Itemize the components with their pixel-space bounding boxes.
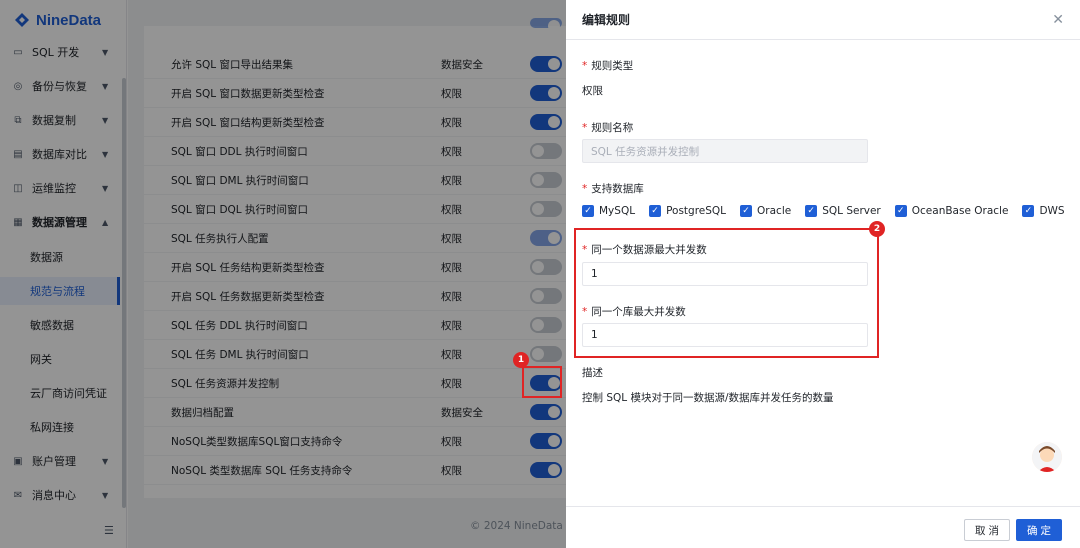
db-checkbox-mysql[interactable]: ✓ MySQL <box>582 205 635 217</box>
checkbox-checked-icon: ✓ <box>894 205 907 217</box>
db-label: DWS <box>1039 205 1065 217</box>
db-label: OceanBase Oracle <box>911 205 1009 217</box>
checkbox-checked-icon: ✓ <box>805 205 818 217</box>
close-icon[interactable]: ✕ <box>1052 12 1064 28</box>
db-checkbox-postgresql[interactable]: ✓ PostgreSQL <box>649 205 726 217</box>
confirm-button[interactable]: 确 定 <box>1016 519 1062 541</box>
max-per-db-label: * 同一个库最大并发数 <box>582 306 686 318</box>
supported-db-checkboxes: ✓ MySQL ✓ PostgreSQL ✓ Oracle ✓ SQL Server ✓… <box>582 205 1065 217</box>
callout-badge-1: 1 <box>513 352 529 368</box>
drawer-header: 编辑规则 ✕ <box>566 0 1080 40</box>
db-checkbox-oceanbase-oracle[interactable]: ✓ OceanBase Oracle <box>894 205 1009 217</box>
db-label: SQL Server <box>822 205 881 217</box>
db-checkbox-sqlserver[interactable]: ✓ SQL Server <box>805 205 881 217</box>
description-label: 描述 <box>582 367 603 379</box>
description-value: 控制 SQL 模块对于同一数据源/数据库并发任务的数量 <box>582 392 834 404</box>
max-per-source-input[interactable]: 1 <box>582 262 868 286</box>
db-checkbox-dws[interactable]: ✓ DWS <box>1022 205 1065 217</box>
supported-db-label: * 支持数据库 <box>582 183 644 195</box>
db-label: PostgreSQL <box>666 205 727 217</box>
edit-rule-drawer: 编辑规则 ✕ * 规则类型 权限 * 规则名称 SQL 任务资源并发控制 * 支持数据… <box>566 0 1080 548</box>
checkbox-checked-icon: ✓ <box>1022 205 1035 217</box>
drawer-title: 编辑规则 <box>582 13 631 27</box>
assistant-avatar-icon <box>1032 442 1062 472</box>
label-text: 同一个数据源最大并发数 <box>591 244 707 256</box>
rule-name-label: * 规则名称 <box>582 122 634 134</box>
rule-type-value: 权限 <box>582 85 603 97</box>
db-label: MySQL <box>599 205 636 217</box>
db-checkbox-oracle[interactable]: ✓ Oracle <box>740 205 791 217</box>
checkbox-checked-icon: ✓ <box>649 205 662 217</box>
max-per-db-input[interactable]: 1 <box>582 323 868 347</box>
checkbox-checked-icon: ✓ <box>582 205 594 217</box>
rule-name-input[interactable]: SQL 任务资源并发控制 <box>582 139 868 163</box>
db-label: Oracle <box>757 205 792 217</box>
label-text: 同一个库最大并发数 <box>591 306 686 318</box>
rule-type-label: * 规则类型 <box>582 60 634 72</box>
modal-overlay[interactable] <box>0 0 566 548</box>
label-text: 规则名称 <box>591 122 634 134</box>
max-per-source-label: * 同一个数据源最大并发数 <box>582 244 707 256</box>
drawer-footer: 取 消 确 定 <box>566 506 1080 548</box>
cancel-button[interactable]: 取 消 <box>964 519 1010 541</box>
label-text: 规则类型 <box>591 60 634 72</box>
callout-highlight-1 <box>522 366 562 398</box>
label-text: 支持数据库 <box>591 183 644 195</box>
callout-badge-2: 2 <box>869 221 885 237</box>
checkbox-checked-icon: ✓ <box>740 205 753 217</box>
assistant-avatar[interactable] <box>1032 442 1062 472</box>
